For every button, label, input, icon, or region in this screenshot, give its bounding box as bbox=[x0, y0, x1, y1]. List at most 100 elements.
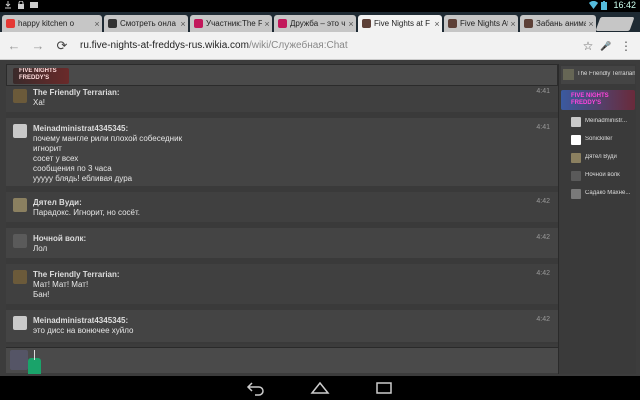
wikia-favicon-icon bbox=[278, 19, 287, 28]
new-tab-button[interactable] bbox=[595, 17, 635, 31]
tab-title: Дружба – это ч bbox=[290, 19, 346, 28]
message-username[interactable]: Дятел Вуди: bbox=[33, 198, 82, 207]
wiki-banner-text: FIVE NIGHTS bbox=[571, 93, 609, 99]
youtube-favicon-icon bbox=[6, 19, 15, 28]
avatar bbox=[571, 189, 581, 199]
message-time: 4:42 bbox=[536, 316, 550, 323]
message-username[interactable]: The Friendly Terrarian: bbox=[33, 88, 120, 97]
message-username[interactable]: Meinadministrat4345345: bbox=[33, 316, 128, 325]
status-time: 16:42 bbox=[613, 0, 636, 10]
keyboard-handle-icon[interactable] bbox=[28, 358, 41, 374]
star-icon[interactable]: ☆ bbox=[580, 38, 596, 54]
close-tab-icon[interactable]: × bbox=[346, 19, 356, 29]
browser-tab[interactable]: Забань анима × bbox=[520, 15, 596, 32]
avatar[interactable] bbox=[13, 89, 27, 103]
chat-message: Meinadministrat4345345: почему мангле ри… bbox=[6, 118, 558, 186]
sidebar-user-name: Meinadministr... bbox=[585, 118, 628, 124]
message-text: Бан! bbox=[33, 290, 50, 299]
android-nav-bar bbox=[0, 376, 640, 400]
sidebar-user-name: Ночной волк bbox=[585, 172, 620, 178]
sidebar-user[interactable]: Meinadministr... bbox=[561, 116, 635, 130]
browser-tab-strip: happy kitchen о × Смотреть онла × Участн… bbox=[0, 12, 640, 32]
message-username[interactable]: Meinadministrat4345345: bbox=[33, 124, 128, 133]
message-time: 4:42 bbox=[536, 198, 550, 205]
back-icon[interactable]: ← bbox=[6, 38, 22, 54]
fnaf-favicon-icon bbox=[524, 19, 533, 28]
close-tab-icon[interactable]: × bbox=[508, 19, 518, 29]
reload-icon[interactable]: ⟳ bbox=[54, 38, 70, 54]
tab-title: happy kitchen о bbox=[18, 19, 75, 28]
browser-tab[interactable]: Смотреть онла × bbox=[104, 15, 188, 32]
message-text: ууууу блядь! ебливая дура bbox=[33, 174, 133, 183]
current-user-name: The Friendly Terrarian bbox=[577, 71, 635, 77]
browser-tab[interactable]: Участник:The F × bbox=[190, 15, 272, 32]
sidebar-user[interactable]: Садако Махне... bbox=[561, 188, 635, 202]
wiki-logo[interactable]: FIVE NIGHTS FREDDY'S bbox=[13, 68, 69, 84]
tab-title: Участник:The F bbox=[206, 19, 262, 28]
message-text: почему мангле рили плохой собеседник bbox=[33, 134, 183, 143]
chat-input[interactable] bbox=[34, 350, 35, 360]
message-username[interactable]: Ночной волк: bbox=[33, 234, 86, 243]
recent-apps-icon[interactable] bbox=[374, 380, 394, 396]
avatar bbox=[571, 153, 581, 163]
chat-message: The Friendly Terrarian: Ха! 4:41 bbox=[6, 86, 558, 112]
message-time: 4:42 bbox=[536, 270, 550, 277]
message-text: игнорит bbox=[33, 144, 62, 153]
chat-message: Meinadministrat4345345: это дисс на воню… bbox=[6, 310, 558, 342]
message-text: Парадокс. Игнорит, но сосёт. bbox=[33, 208, 141, 217]
back-nav-icon[interactable] bbox=[246, 380, 266, 396]
chat-page: FIVE NIGHTS FREDDY'S The Friendly Terrar… bbox=[0, 60, 640, 376]
close-tab-icon[interactable]: × bbox=[432, 19, 442, 29]
close-tab-icon[interactable]: × bbox=[92, 19, 102, 29]
sidebar-user-name: Садако Махне... bbox=[585, 190, 631, 196]
avatar[interactable] bbox=[13, 124, 27, 138]
avatar[interactable] bbox=[13, 270, 27, 284]
wiki-logo-text: FIVE NIGHTS bbox=[19, 68, 57, 74]
message-text: это дисс на вонючее хуйло bbox=[33, 326, 134, 335]
avatar[interactable] bbox=[13, 316, 27, 330]
browser-tab-active[interactable]: Five Nights at F × bbox=[358, 15, 442, 32]
browser-tab[interactable]: happy kitchen о × bbox=[2, 15, 102, 32]
url-field[interactable]: ru.five-nights-at-freddys-rus.wikia.com/… bbox=[80, 40, 348, 51]
sidebar-user[interactable]: Sonickiller bbox=[561, 134, 635, 148]
message-text: сообщения по 3 часа bbox=[33, 164, 112, 173]
avatar bbox=[563, 69, 574, 80]
message-text: Мат! Мат! Мат! bbox=[33, 280, 89, 289]
chat-message: Ночной волк: Лол 4:42 bbox=[6, 228, 558, 258]
home-nav-icon[interactable] bbox=[310, 380, 330, 396]
sidebar-user[interactable]: Ночной волк bbox=[561, 170, 635, 184]
fnaf-favicon-icon bbox=[448, 19, 457, 28]
sidebar-user-name: Sonickiller bbox=[585, 136, 613, 142]
close-tab-icon[interactable]: × bbox=[178, 19, 188, 29]
chat-message-list[interactable]: The Friendly Terrarian: Ха! 4:41 Meinadm… bbox=[6, 86, 558, 344]
tab-title: Смотреть онла bbox=[120, 19, 176, 28]
message-time: 4:42 bbox=[536, 234, 550, 241]
chat-message: Дятел Вуди: Парадокс. Игнорит, но сосёт.… bbox=[6, 192, 558, 222]
forward-icon[interactable]: → bbox=[30, 38, 46, 54]
sidebar-user[interactable]: Дятел Вуди bbox=[561, 152, 635, 166]
avatar bbox=[571, 135, 581, 145]
close-tab-icon[interactable]: × bbox=[586, 19, 596, 29]
message-text: сосет у всех bbox=[33, 154, 79, 163]
image-icon bbox=[30, 1, 38, 9]
wiki-banner[interactable]: FIVE NIGHTS FREDDY'S bbox=[561, 90, 635, 110]
avatar[interactable] bbox=[13, 198, 27, 212]
android-screen: 16:42 happy kitchen о × Смотреть онла × … bbox=[0, 0, 640, 400]
chat-header: FIVE NIGHTS FREDDY'S bbox=[6, 64, 558, 86]
mic-icon[interactable]: 🎤 bbox=[598, 38, 614, 54]
tab-title: Five Nights At F bbox=[460, 19, 508, 28]
avatar[interactable] bbox=[13, 234, 27, 248]
browser-tab[interactable]: Дружба – это ч × bbox=[274, 15, 356, 32]
status-bar: 16:42 bbox=[0, 0, 640, 12]
current-user[interactable]: The Friendly Terrarian bbox=[561, 66, 635, 84]
close-tab-icon[interactable]: × bbox=[262, 19, 272, 29]
browser-tab[interactable]: Five Nights At F × bbox=[444, 15, 518, 32]
url-path: /wiki/Служебная:Chat bbox=[248, 40, 348, 51]
avatar bbox=[571, 171, 581, 181]
sidebar-user-name: Дятел Вуди bbox=[585, 154, 617, 160]
menu-icon[interactable]: ⋮ bbox=[618, 38, 634, 54]
wiki-logo-text: FREDDY'S bbox=[19, 75, 50, 81]
site-favicon-icon bbox=[108, 19, 117, 28]
download-icon bbox=[4, 1, 12, 9]
message-username[interactable]: The Friendly Terrarian: bbox=[33, 270, 120, 279]
